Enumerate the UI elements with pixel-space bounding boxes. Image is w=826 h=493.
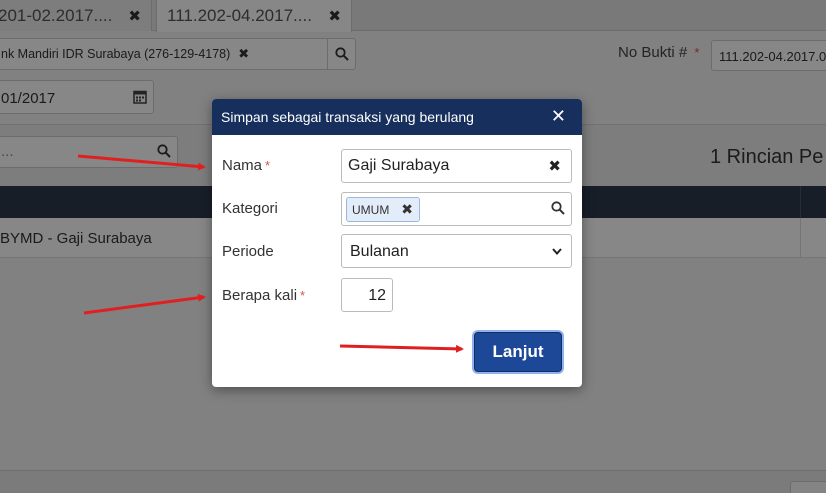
nama-label: Nama * [222, 157, 270, 174]
nama-input[interactable]: Gaji Surabaya ✖ [341, 149, 572, 183]
berapa-kali-label: Berapa kali * [222, 287, 305, 304]
kategori-label: Kategori [222, 200, 278, 217]
dialog-header: Simpan sebagai transaksi yang berulang ✕ [212, 99, 582, 135]
berapa-kali-label-text: Berapa kali [222, 287, 298, 304]
kategori-chip: UMUM ✖ [346, 197, 420, 222]
required-marker: * [265, 158, 271, 173]
kategori-select[interactable]: UMUM ✖ [341, 192, 572, 226]
clear-icon[interactable]: ✖ [548, 157, 561, 175]
dialog-title: Simpan sebagai transaksi yang berulang [221, 109, 474, 125]
remove-chip-icon[interactable]: ✖ [401, 201, 413, 218]
close-icon[interactable]: ✕ [551, 107, 566, 125]
search-icon[interactable] [551, 201, 565, 220]
periode-value: Bulanan [350, 243, 409, 260]
periode-select[interactable]: Bulanan [341, 234, 572, 268]
berapa-kali-input[interactable]: 12 [341, 278, 393, 312]
chevron-down-icon [551, 244, 563, 262]
nama-label-text: Nama [222, 157, 263, 174]
recurring-transaction-dialog: Simpan sebagai transaksi yang berulang ✕… [212, 99, 582, 387]
required-marker: * [300, 288, 306, 303]
lanjut-button[interactable]: Lanjut [474, 332, 562, 372]
periode-label: Periode [222, 243, 274, 260]
kategori-chip-label: UMUM [352, 203, 390, 217]
nama-value: Gaji Surabaya [348, 157, 450, 174]
